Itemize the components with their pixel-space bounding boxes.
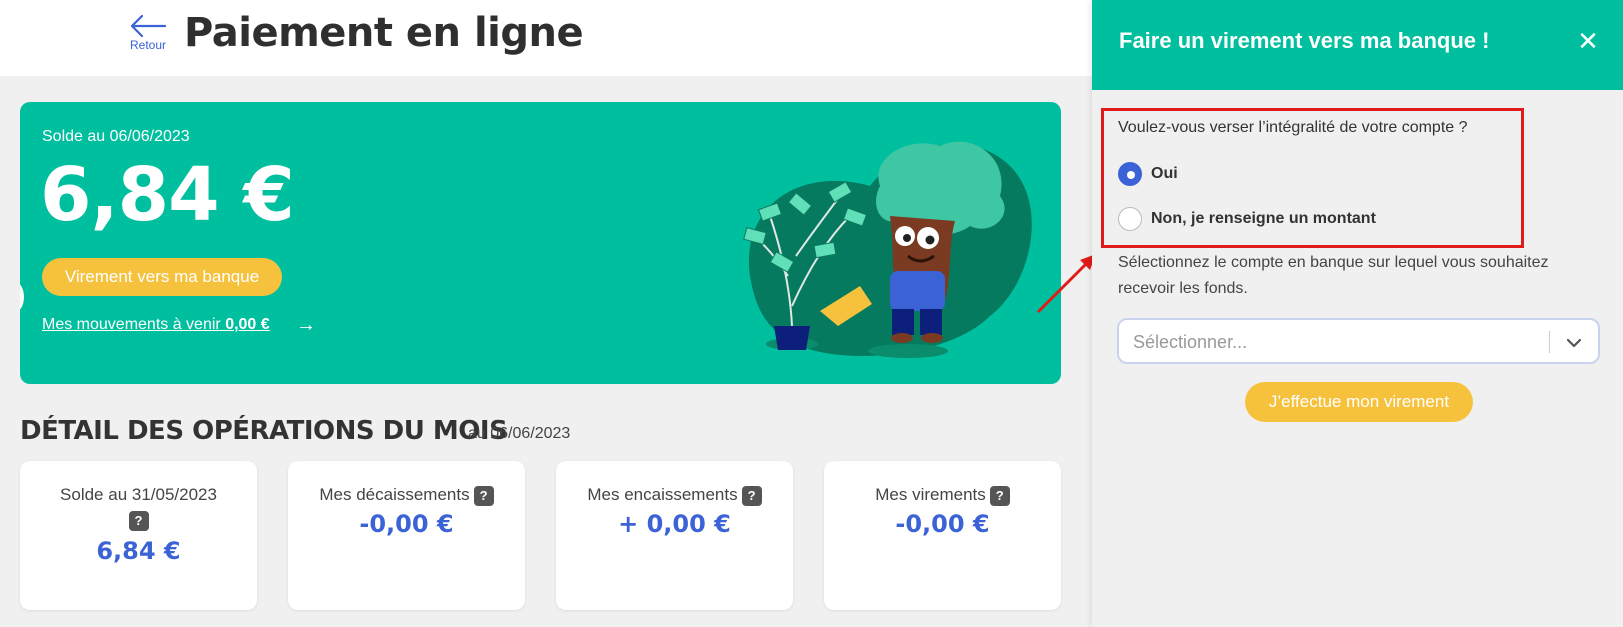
close-icon[interactable]: ✕ (1573, 26, 1603, 56)
back-button[interactable]: Retour (128, 14, 168, 52)
balance-amount: 6,84 € (40, 152, 295, 238)
radio-unchecked[interactable] (1118, 207, 1142, 231)
help-icon[interactable]: ? (128, 511, 149, 531)
card-previous-balance: Solde au 31/05/2023 ? 6,84 € (20, 461, 257, 610)
arrow-right-icon[interactable]: → (296, 314, 316, 337)
bank-account-select[interactable]: Sélectionner... (1117, 318, 1600, 364)
operations-date: au 06/06/2023 (468, 425, 571, 442)
card-value: + 0,00 € (618, 509, 731, 538)
submit-transfer-button[interactable]: J’effectue mon virement (1245, 382, 1473, 422)
radio-label: Oui (1151, 165, 1178, 182)
chevron-down-icon[interactable] (1563, 332, 1585, 354)
help-icon[interactable]: ? (473, 485, 494, 506)
select-placeholder: Sélectionner... (1133, 332, 1248, 352)
card-label: Solde au 31/05/2023 (60, 485, 217, 504)
balance-card: Solde au 06/06/2023 6,84 € Virement vers… (20, 102, 1061, 384)
card-disbursements: Mes décaissements? -0,00 € (288, 461, 525, 610)
transfer-side-panel: Faire un virement vers ma banque ! ✕ Vou… (1092, 0, 1623, 627)
back-label: Retour (129, 38, 167, 52)
top-bar: Retour Paiement en ligne (0, 0, 1092, 76)
card-label-text: Mes décaissements (319, 485, 470, 504)
upcoming-movements-link[interactable]: Mes mouvements à venir 0,00 € (42, 316, 270, 334)
main-content: Retour Paiement en ligne Solde au 06/06/… (0, 0, 1092, 627)
card-label-text: Mes encaissements (587, 485, 738, 504)
card-transfers: Mes virements? -0,00 € (824, 461, 1061, 610)
panel-header: Faire un virement vers ma banque ! ✕ (1092, 0, 1623, 90)
card-label: Mes virements? (824, 485, 1061, 506)
transfer-to-bank-button[interactable]: Virement vers ma banque (42, 258, 282, 296)
select-separator (1549, 331, 1550, 353)
radio-label: Non, je renseigne un montant (1151, 210, 1376, 227)
card-label: Mes décaissements? (288, 485, 525, 506)
page-title: Paiement en ligne (184, 10, 584, 56)
card-receipts: Mes encaissements? + 0,00 € (556, 461, 793, 610)
upcoming-movements-amount: 0,00 € (225, 316, 270, 333)
card-label-text: Mes virements (875, 485, 986, 504)
help-icon[interactable]: ? (741, 485, 762, 506)
help-icon[interactable]: ? (989, 485, 1010, 506)
tree-character-illustration (743, 141, 1032, 358)
radio-checked[interactable] (1118, 162, 1142, 186)
card-value: -0,00 € (895, 509, 990, 538)
operations-title: DÉTAIL DES OPÉRATIONS DU MOIS (20, 416, 508, 446)
upcoming-movements-text: Mes mouvements à venir (42, 316, 226, 333)
arrow-left-icon (130, 14, 167, 38)
card-value: -0,00 € (359, 509, 454, 538)
card-label: Mes encaissements? (556, 485, 793, 506)
radio-option-non[interactable]: Non, je renseigne un montant (1118, 206, 1376, 232)
full-balance-question: Voulez-vous verser l’intégralité de votr… (1118, 119, 1468, 136)
edge-handle (20, 282, 24, 312)
balance-date-label: Solde au 06/06/2023 (42, 128, 190, 145)
select-account-description: Sélectionnez le compte en banque sur leq… (1118, 254, 1549, 297)
panel-title: Faire un virement vers ma banque ! (1119, 28, 1490, 53)
card-value: 6,84 € (96, 537, 181, 565)
radio-option-oui[interactable]: Oui (1118, 161, 1178, 187)
